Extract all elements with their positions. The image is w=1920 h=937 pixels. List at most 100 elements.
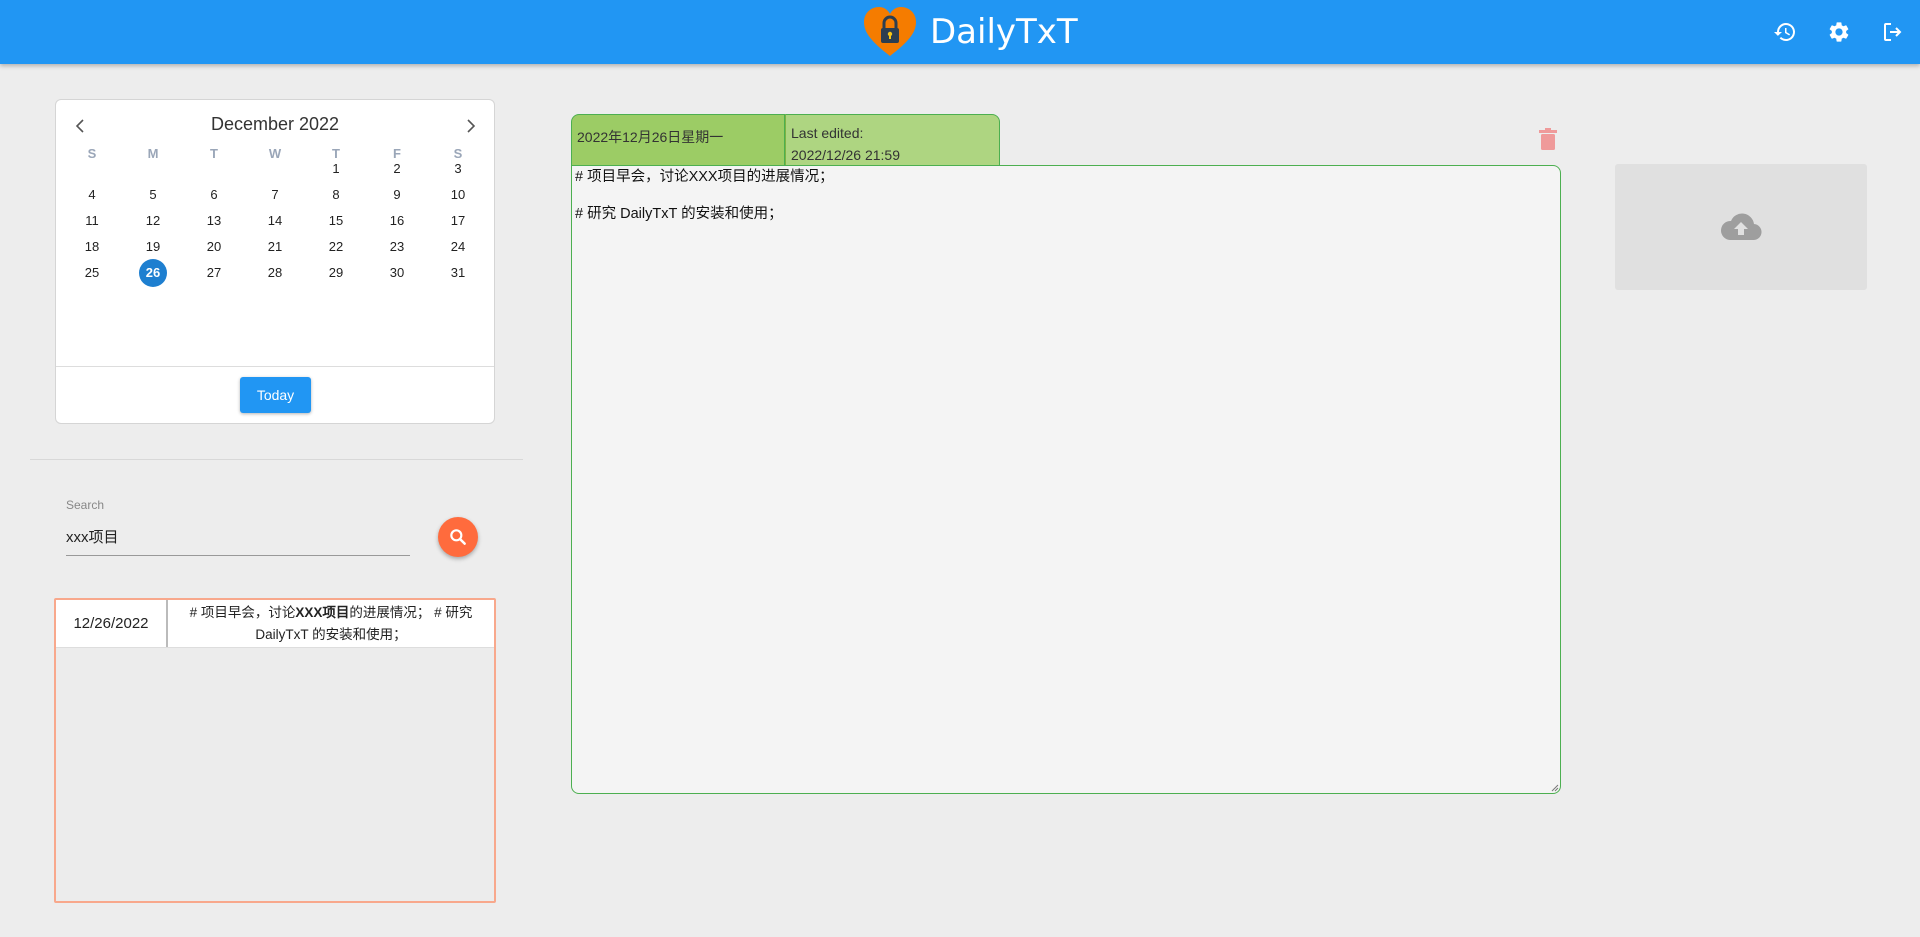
calendar-day[interactable]: 24: [438, 233, 478, 261]
calendar-day[interactable]: 17: [438, 207, 478, 235]
calendar-day[interactable]: 5: [133, 181, 173, 209]
calendar-day[interactable]: 30: [377, 259, 417, 287]
calendar-day[interactable]: 10: [438, 181, 478, 209]
trash-icon: [1539, 128, 1557, 150]
calendar-day[interactable]: 4: [72, 181, 112, 209]
calendar-day[interactable]: 14: [255, 207, 295, 235]
calendar-day-number: 12: [145, 213, 161, 228]
calendar-day[interactable]: 22: [316, 233, 356, 261]
result-date: 12/26/2022: [56, 600, 168, 647]
calendar-day-number: 5: [149, 187, 157, 202]
last-edited-info: Last edited: 2022/12/26 21:59: [785, 114, 1000, 166]
calendar-day[interactable]: 28: [255, 259, 295, 287]
result-snippet: # 项目早会，讨论XXX项目的进展情况； # 研究 DailyTxT 的安装和使…: [168, 600, 494, 647]
search-label: Search: [66, 498, 105, 512]
calendar-day-number: 28: [267, 265, 283, 280]
calendar-day-number: 24: [450, 239, 466, 254]
calendar-day-number: 21: [267, 239, 283, 254]
calendar-day[interactable]: 6: [194, 181, 234, 209]
calendar-month-title: December 2022: [210, 114, 340, 134]
calendar-day[interactable]: 3: [438, 155, 478, 183]
heart-lock-logo: [864, 7, 916, 56]
resize-handle-icon[interactable]: [1550, 783, 1559, 792]
calendar-day[interactable]: 13: [194, 207, 234, 235]
calendar-day[interactable]: 20: [194, 233, 234, 261]
weekday-label: S: [87, 146, 97, 161]
calendar-day-number: 18: [84, 239, 100, 254]
calendar-day[interactable]: 27: [194, 259, 234, 287]
entry-textarea[interactable]: # 项目早会，讨论XXX项目的进展情况； # 研究 DailyTxT 的安装和使…: [571, 165, 1561, 794]
calendar-day[interactable]: 25: [72, 259, 112, 287]
calendar-day[interactable]: 15: [316, 207, 356, 235]
calendar-day-number: 7: [271, 187, 279, 202]
logout-icon: [1884, 23, 1902, 41]
calendar-day[interactable]: 29: [316, 259, 356, 287]
chevron-right-icon: [467, 119, 476, 133]
calendar-day-selected[interactable]: 26: [133, 259, 173, 287]
calendar-day-number: 11: [85, 213, 99, 228]
calendar-day-number: 30: [389, 265, 405, 280]
calendar-day-number: 22: [328, 239, 344, 254]
calendar-day-number: 13: [206, 213, 222, 228]
calendar-day[interactable]: 2: [377, 155, 417, 183]
today-button[interactable]: Today: [240, 377, 311, 413]
calendar-day[interactable]: 8: [316, 181, 356, 209]
logout-button[interactable]: [1878, 17, 1908, 47]
settings-button[interactable]: [1824, 17, 1854, 47]
calendar-day[interactable]: 9: [377, 181, 417, 209]
weekday-label: W: [268, 146, 282, 161]
calendar-day[interactable]: 16: [377, 207, 417, 235]
calendar-day[interactable]: 1: [316, 155, 356, 183]
calendar-day-number: 27: [206, 265, 222, 280]
calendar-day[interactable]: 19: [133, 233, 173, 261]
calendar-day[interactable]: 31: [438, 259, 478, 287]
search-result-item[interactable]: 12/26/2022 # 项目早会，讨论XXX项目的进展情况； # 研究 Dai…: [56, 600, 494, 648]
next-month-button[interactable]: [459, 114, 483, 138]
calendar-day-number: 15: [328, 213, 344, 228]
calendar-day-number: 10: [450, 187, 466, 202]
calendar-day-number: 17: [450, 213, 466, 228]
calendar-day-number: 25: [84, 265, 100, 280]
entry-line: # 项目早会，讨论XXX项目的进展情况；: [575, 169, 834, 185]
search-results-list: 12/26/2022 # 项目早会，讨论XXX项目的进展情况； # 研究 Dai…: [54, 598, 496, 903]
weekday-label: T: [210, 146, 218, 161]
calendar-day[interactable]: 11: [72, 207, 112, 235]
delete-entry-button[interactable]: [1538, 128, 1558, 150]
sidebar-divider: [30, 459, 523, 460]
calendar-day-number: 23: [389, 239, 405, 254]
calendar-day-number: 20: [206, 239, 222, 254]
calendar-day-number: 31: [450, 265, 466, 280]
calendar-day-number: 14: [267, 213, 283, 228]
last-edited-label: Last edited:: [791, 125, 864, 141]
weekday-label: M: [147, 146, 159, 161]
calendar-day[interactable]: 18: [72, 233, 112, 261]
calendar-day[interactable]: 21: [255, 233, 295, 261]
calendar-day-number: 1: [332, 161, 340, 176]
last-edited-timestamp: 2022/12/26 21:59: [791, 147, 900, 163]
search-input[interactable]: [66, 518, 410, 556]
brand[interactable]: DailyTxT: [862, 6, 1078, 58]
app-title: DailyTxT: [930, 12, 1078, 52]
calendar-header: December 2022: [56, 112, 494, 138]
history-button[interactable]: [1770, 17, 1800, 47]
calendar-day-number: 29: [328, 265, 344, 280]
cloud-upload-icon: [1720, 213, 1762, 241]
calendar-day[interactable]: 12: [133, 207, 173, 235]
top-app-bar: DailyTxT: [0, 0, 1920, 64]
calendar-day-number: 2: [393, 161, 401, 176]
search-button[interactable]: [438, 517, 478, 557]
calendar-day-number: 3: [454, 161, 462, 176]
prev-month-button[interactable]: [68, 114, 92, 138]
result-snippet-match: XXX项目: [295, 605, 350, 620]
gear-icon: [1829, 22, 1849, 42]
calendar: December 2022 S M T W T F S 1 2 3 4 5 6 7 8 9 10 1…: [55, 99, 495, 424]
calendar-day-number: 16: [389, 213, 405, 228]
result-snippet-before: # 项目早会，讨论: [189, 605, 296, 620]
calendar-day[interactable]: 23: [377, 233, 417, 261]
calendar-day-number: 26: [145, 265, 161, 280]
file-upload-dropzone[interactable]: [1615, 164, 1867, 290]
history-icon: [1774, 23, 1795, 41]
chevron-left-icon: [75, 119, 84, 133]
calendar-day[interactable]: 7: [255, 181, 295, 209]
calendar-day-number: 19: [145, 239, 161, 254]
